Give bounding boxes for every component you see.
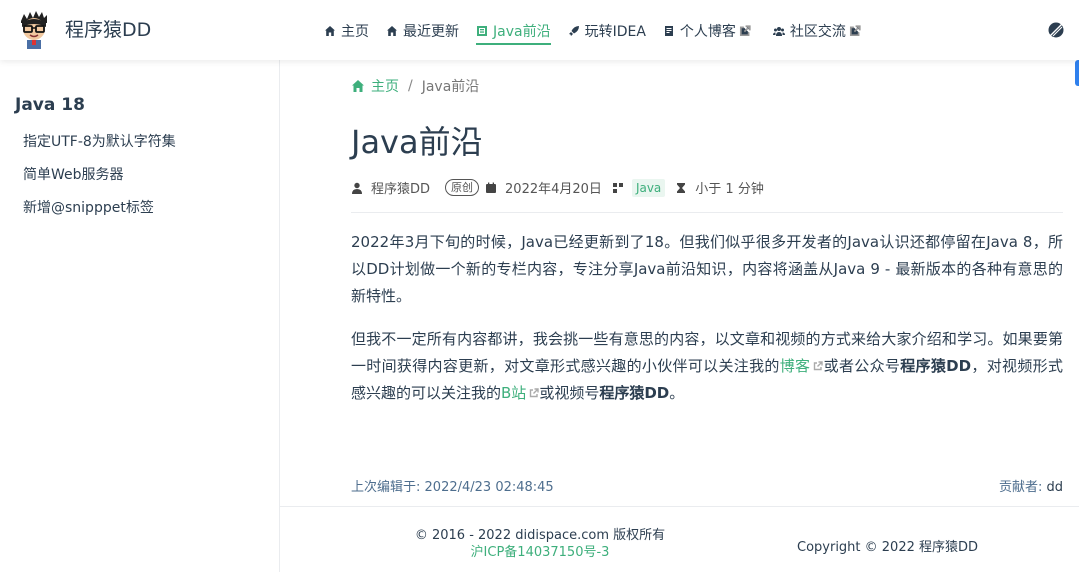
author-icon bbox=[352, 182, 362, 194]
contributors-label: 贡献者: bbox=[998, 480, 1043, 495]
read-time: 小于 1 分钟 bbox=[695, 182, 764, 197]
blog-icon bbox=[664, 26, 673, 36]
top-nav: 主页 最近更新 Java前沿 玩转IDEA 个人博客 社区交流 bbox=[324, 18, 883, 45]
external-link-icon bbox=[849, 25, 861, 37]
category-tag[interactable]: Java bbox=[631, 178, 666, 197]
theme-toggle-icon[interactable] bbox=[1047, 21, 1065, 39]
breadcrumb-current: Java前沿 bbox=[421, 79, 480, 95]
nav-item-recent[interactable]: 最近更新 bbox=[386, 18, 459, 44]
nav-item-community[interactable]: 社区交流 bbox=[772, 18, 866, 44]
contributors-value: dd bbox=[1046, 480, 1063, 495]
video-account-name: 程序猿DD bbox=[599, 384, 670, 402]
home-icon bbox=[352, 80, 364, 92]
nav-item-label: Java前沿 bbox=[493, 24, 551, 40]
page-title: Java前沿 bbox=[351, 123, 483, 161]
bilibili-link-label: B站 bbox=[501, 384, 527, 402]
site-brand[interactable]: 程序猿DD bbox=[18, 11, 151, 49]
blog-link[interactable]: 博客 bbox=[780, 357, 824, 375]
sidebar-links: 指定UTF-8为默认字符集 简单Web服务器 新增@snipppet标签 bbox=[23, 133, 176, 232]
home-icon bbox=[387, 26, 397, 36]
home-icon bbox=[325, 26, 335, 36]
paragraph-text: 或视频号 bbox=[539, 384, 600, 402]
navbar: 程序猿DD 主页 最近更新 Java前沿 玩转IDEA 个人博客 社区交流 bbox=[0, 0, 1079, 60]
nav-item-label: 主页 bbox=[341, 24, 369, 40]
last-edited: 上次编辑于: 2022/4/23 02:48:45 bbox=[351, 476, 554, 495]
site-logo bbox=[21, 11, 47, 49]
external-link-icon bbox=[530, 388, 540, 398]
footer-right-copyright: Copyright © 2022 程序猿DD bbox=[797, 540, 979, 555]
sidebar-heading[interactable]: Java 18 bbox=[15, 95, 85, 115]
article-date: 2022年4月20日 bbox=[505, 182, 602, 197]
footer: © 2016 - 2022 didispace.com 版权所有 沪ICP备14… bbox=[280, 506, 1079, 572]
icp-link[interactable]: 沪ICP备14037150号-3 bbox=[280, 544, 800, 561]
side-toggle-tab[interactable] bbox=[1075, 60, 1079, 86]
paragraph-text: 。 bbox=[669, 384, 685, 402]
nav-item-label: 最近更新 bbox=[403, 24, 459, 40]
nav-item-java-frontier[interactable]: Java前沿 bbox=[476, 18, 551, 45]
nav-item-label: 个人博客 bbox=[679, 24, 736, 40]
nav-item-idea[interactable]: 玩转IDEA bbox=[568, 18, 646, 44]
bilibili-link[interactable]: B站 bbox=[501, 384, 540, 402]
wechat-account-name: 程序猿DD bbox=[900, 357, 972, 375]
contributors: 贡献者: dd bbox=[999, 476, 1063, 495]
original-badge: 原创 bbox=[445, 179, 480, 196]
content-paragraph-2: 但我不一定所有内容都讲，我会挑一些有意思的内容，以文章和视频的方式来给大家介绍和… bbox=[351, 326, 1063, 407]
footer-copyright: © 2016 - 2022 didispace.com 版权所有 bbox=[414, 528, 666, 543]
sidebar: Java 18 指定UTF-8为默认字符集 简单Web服务器 新增@snippp… bbox=[0, 60, 280, 572]
nav-item-label: 玩转IDEA bbox=[584, 24, 646, 40]
sidebar-item-utf8[interactable]: 指定UTF-8为默认字符集 bbox=[23, 133, 176, 166]
community-icon bbox=[772, 27, 785, 36]
last-edited-label: 上次编辑于: bbox=[351, 480, 421, 495]
breadcrumb-home[interactable]: 主页 bbox=[351, 76, 399, 96]
sidebar-item-web-server[interactable]: 简单Web服务器 bbox=[23, 166, 176, 199]
book-icon bbox=[477, 26, 487, 36]
meta-divider bbox=[351, 212, 1063, 213]
blog-link-label: 博客 bbox=[779, 357, 811, 375]
breadcrumb-home-label: 主页 bbox=[371, 79, 399, 95]
site-title: 程序猿DD bbox=[65, 19, 152, 41]
calendar-icon bbox=[486, 182, 497, 193]
nav-item-home[interactable]: 主页 bbox=[324, 18, 369, 44]
paragraph-text: 或者公众号 bbox=[823, 357, 901, 375]
sidebar-item-snippet[interactable]: 新增@snipppet标签 bbox=[23, 199, 176, 232]
content-paragraph-1: 2022年3月下旬的时候，Java已经更新到了18。但我们似乎很多开发者的Jav… bbox=[351, 233, 1063, 305]
external-link-icon bbox=[739, 25, 751, 37]
breadcrumb-separator: / bbox=[408, 78, 413, 94]
category-icon bbox=[612, 182, 623, 193]
hourglass-icon bbox=[677, 182, 686, 193]
last-edited-value: 2022/4/23 02:48:45 bbox=[424, 480, 554, 495]
nav-item-blog[interactable]: 个人博客 bbox=[663, 18, 756, 44]
external-link-icon bbox=[814, 361, 824, 371]
breadcrumb: 主页 / Java前沿 bbox=[351, 76, 479, 96]
footer-copyright-block: © 2016 - 2022 didispace.com 版权所有 沪ICP备14… bbox=[280, 527, 800, 561]
article-author[interactable]: 程序猿DD bbox=[371, 178, 430, 197]
article-meta: 程序猿DD 原创 2022年4月20日 Java 小于 1 分钟 bbox=[351, 178, 764, 197]
nav-item-label: 社区交流 bbox=[789, 24, 846, 40]
rocket-icon bbox=[568, 26, 579, 36]
